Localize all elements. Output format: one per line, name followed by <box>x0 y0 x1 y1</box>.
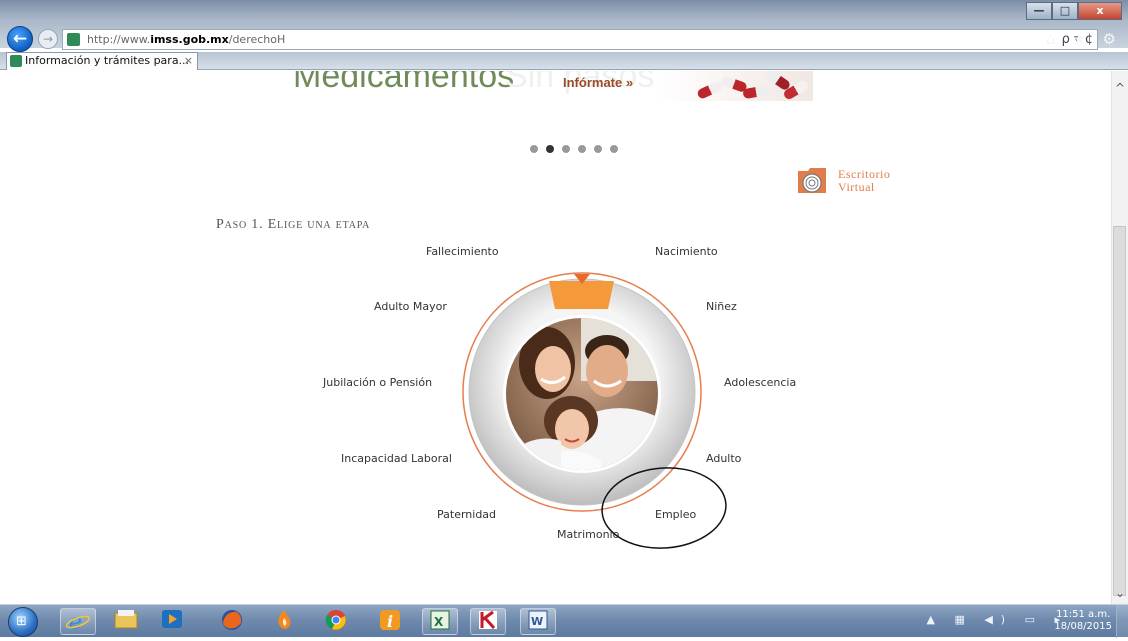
site-favicon-icon <box>67 33 80 46</box>
orange-selector-segment <box>549 281 614 309</box>
show-desktop-button[interactable] <box>1116 605 1128 638</box>
clock-date: 18/08/2015 <box>1054 621 1112 632</box>
excel-icon[interactable]: X <box>422 608 458 635</box>
stage-adolescencia[interactable]: Adolescencia <box>724 376 796 389</box>
clock-time: 11:51 a.m. <box>1056 609 1111 620</box>
url-prefix: http://www. <box>87 33 151 46</box>
svg-text:W: W <box>531 615 543 628</box>
carousel-dot[interactable] <box>546 145 554 153</box>
tab-imss[interactable]: Información y trámites para... × <box>6 52 198 70</box>
banner-informate-link[interactable]: Infórmate » <box>563 75 633 90</box>
stage-nacimiento[interactable]: Nacimiento <box>655 245 718 258</box>
start-button[interactable]: ⊞ <box>8 607 38 637</box>
stage-adulto-mayor[interactable]: Adulto Mayor <box>374 300 447 313</box>
carousel-dot[interactable] <box>610 145 618 153</box>
url-host: imss.gob.mx <box>150 33 229 46</box>
page-content: Medicamentos Sin pasos Infórmate » Escri… <box>0 71 1128 604</box>
minimize-button[interactable]: — <box>1026 2 1052 20</box>
escritorio-line2: Virtual <box>838 180 875 194</box>
promo-banner[interactable]: Medicamentos Sin pasos Infórmate » <box>293 71 813 101</box>
url-path: /derechoH <box>228 33 286 46</box>
pills-image <box>695 71 813 101</box>
banner-title: Medicamentos <box>293 71 515 95</box>
stage-jubilacion[interactable]: Jubilación o Pensión <box>323 376 432 389</box>
maximize-button[interactable]: □ <box>1052 2 1078 20</box>
carousel-dot[interactable] <box>530 145 538 153</box>
file-explorer-icon[interactable] <box>108 608 144 635</box>
forward-button[interactable]: → <box>38 29 58 49</box>
stage-fallecimiento[interactable]: Fallecimiento <box>426 245 499 258</box>
clock[interactable]: 11:51 a.m. 18/08/2015 <box>1054 609 1112 633</box>
paso-heading: Paso 1. Elige una etapa <box>216 217 371 232</box>
carousel-dot[interactable] <box>578 145 586 153</box>
internet-explorer-icon[interactable]: e <box>60 608 96 635</box>
back-button[interactable]: ← <box>7 26 33 52</box>
carousel-dot[interactable] <box>562 145 570 153</box>
svg-text:i: i <box>387 612 393 631</box>
tab-row: Información y trámites para... × <box>0 52 1128 70</box>
system-tray-icons[interactable]: ▲ ▦ ◀) ▭ ▸ <box>926 613 1068 626</box>
address-bar[interactable]: http://www.imss.gob.mx/derechoH ρ ▾ ¢ <box>62 29 1098 50</box>
media-player-icon[interactable] <box>154 608 190 635</box>
scroll-down-icon[interactable]: ⌄ <box>1115 586 1125 600</box>
flash-player-icon[interactable] <box>266 608 302 635</box>
word-icon[interactable]: W <box>520 608 556 635</box>
browser-titlebar: — □ x ← → http://www.imss.gob.mx/derecho… <box>0 0 1128 52</box>
escritorio-virtual-icon <box>798 168 826 193</box>
tab-close-icon[interactable]: × <box>184 53 193 69</box>
windows-taskbar: ⊞ e i X W ▲ ▦ ◀) ▭ ▸ 11:51 a.m. 18/08/20… <box>0 604 1128 638</box>
stage-ninez[interactable]: Niñez <box>706 300 737 313</box>
chrome-icon[interactable] <box>318 608 354 635</box>
windows-logo-icon: ⊞ <box>16 614 27 629</box>
tab-favicon-icon <box>10 55 22 67</box>
publisher-app-icon[interactable]: i <box>372 608 408 635</box>
kaspersky-icon[interactable] <box>470 608 506 635</box>
stage-adulto[interactable]: Adulto <box>706 452 741 465</box>
vertical-scrollbar[interactable]: ^ ⌄ <box>1111 71 1128 604</box>
window-controls: — □ x <box>1026 2 1122 20</box>
scroll-thumb[interactable] <box>1113 226 1126 596</box>
stage-incapacidad[interactable]: Incapacidad Laboral <box>341 452 452 465</box>
scroll-up-icon[interactable]: ^ <box>1115 81 1125 95</box>
svg-text:X: X <box>434 615 444 629</box>
annotation-ellipse <box>601 467 727 549</box>
firefox-icon[interactable] <box>214 608 250 635</box>
carousel-dots <box>530 145 618 153</box>
close-window-button[interactable]: x <box>1078 2 1122 20</box>
escritorio-virtual-link[interactable]: Escritorio Virtual <box>796 163 936 201</box>
home-favorites-settings-icons[interactable]: ⌂ ★ ⚙ <box>1046 30 1122 48</box>
carousel-dot[interactable] <box>594 145 602 153</box>
tab-title: Información y trámites para... <box>25 54 190 67</box>
